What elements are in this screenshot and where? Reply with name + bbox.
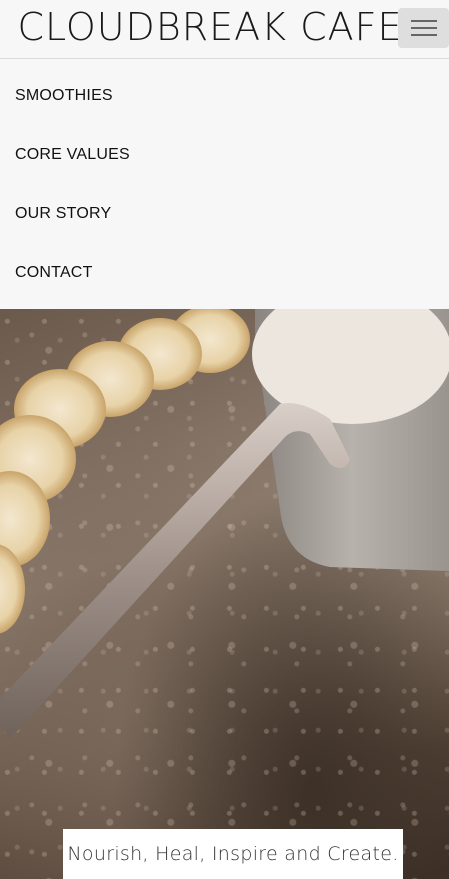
menu-toggle-button[interactable]	[398, 8, 449, 48]
nav-item-our-story[interactable]: OUR STORY	[15, 205, 111, 223]
tagline-banner: Nourish, Heal, Inspire and Create.	[63, 829, 403, 879]
site-header: CLOUDBREAK CAFE	[0, 0, 449, 59]
nav-item-core-values[interactable]: CORE VALUES	[15, 146, 130, 164]
nav-menu: SMOOTHIES CORE VALUES OUR STORY CONTACT	[0, 59, 449, 309]
page: CLOUDBREAK CAFE SMOOTHIES CORE VALUES OU…	[0, 0, 449, 879]
site-logo-title[interactable]: CLOUDBREAK CAFE	[0, 5, 420, 49]
hero-illustration	[0, 309, 449, 739]
hero-tagline: Nourish, Heal, Inspire and Create.	[67, 843, 399, 865]
nav-item-smoothies[interactable]: SMOOTHIES	[15, 87, 113, 105]
nav-item-contact[interactable]: CONTACT	[15, 264, 93, 282]
hero-image	[0, 309, 449, 879]
